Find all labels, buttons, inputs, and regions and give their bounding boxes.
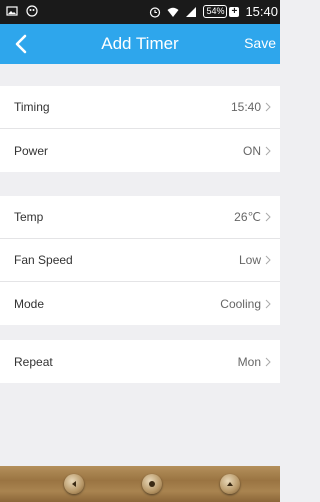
power-row[interactable]: Power ON xyxy=(0,129,280,172)
repeat-value: Mon xyxy=(237,354,261,369)
fan-speed-label: Fan Speed xyxy=(14,253,73,267)
page-title: Add Timer xyxy=(101,34,179,53)
chevron-right-icon xyxy=(265,299,271,308)
settings-group-repeat: Repeat Mon xyxy=(0,340,280,383)
settings-group-timing: Timing 15:40 Power ON xyxy=(0,86,280,172)
bottom-nav xyxy=(0,466,280,502)
temp-value: 26℃ xyxy=(234,210,261,224)
fan-speed-value: Low xyxy=(238,253,261,267)
mode-value: Cooling xyxy=(220,296,261,311)
mode-row[interactable]: Mode Cooling xyxy=(0,282,280,325)
chevron-right-icon xyxy=(265,357,271,366)
alarm-icon xyxy=(150,6,161,18)
chevron-right-icon xyxy=(265,102,271,112)
battery-icon: 54% + xyxy=(203,5,240,18)
chevron-right-icon xyxy=(265,146,271,155)
save-button[interactable]: Save xyxy=(244,35,276,51)
wifi-icon xyxy=(167,7,179,17)
temp-row[interactable]: Temp 26℃ xyxy=(0,196,280,239)
home-nav-icon[interactable] xyxy=(142,474,162,494)
battery-level: 54% xyxy=(203,5,228,18)
timing-label: Timing xyxy=(14,100,50,114)
chevron-right-icon xyxy=(265,255,271,265)
settings-group-climate: Temp 26℃ Fan Speed Low Mode Cooling xyxy=(0,196,280,325)
status-time: 15:40 xyxy=(245,4,278,19)
power-label: Power xyxy=(14,143,49,158)
power-value: ON xyxy=(243,143,261,158)
signal-icon xyxy=(186,6,197,17)
image-icon xyxy=(6,6,18,16)
status-bar: 54% + 15:40 xyxy=(0,0,280,24)
app-icon xyxy=(26,5,38,17)
charging-icon: + xyxy=(229,6,240,17)
timing-row[interactable]: Timing 15:40 xyxy=(0,86,280,129)
chevron-right-icon xyxy=(265,212,271,222)
mode-label: Mode xyxy=(14,296,45,311)
back-nav-icon[interactable] xyxy=(64,474,84,494)
fan-speed-row[interactable]: Fan Speed Low xyxy=(0,239,280,282)
app-bar: Add Timer Save xyxy=(0,24,280,64)
timing-value: 15:40 xyxy=(230,100,261,114)
menu-nav-icon[interactable] xyxy=(220,474,240,494)
repeat-label: Repeat xyxy=(14,354,53,369)
repeat-row[interactable]: Repeat Mon xyxy=(0,340,280,383)
temp-label: Temp xyxy=(14,210,44,224)
